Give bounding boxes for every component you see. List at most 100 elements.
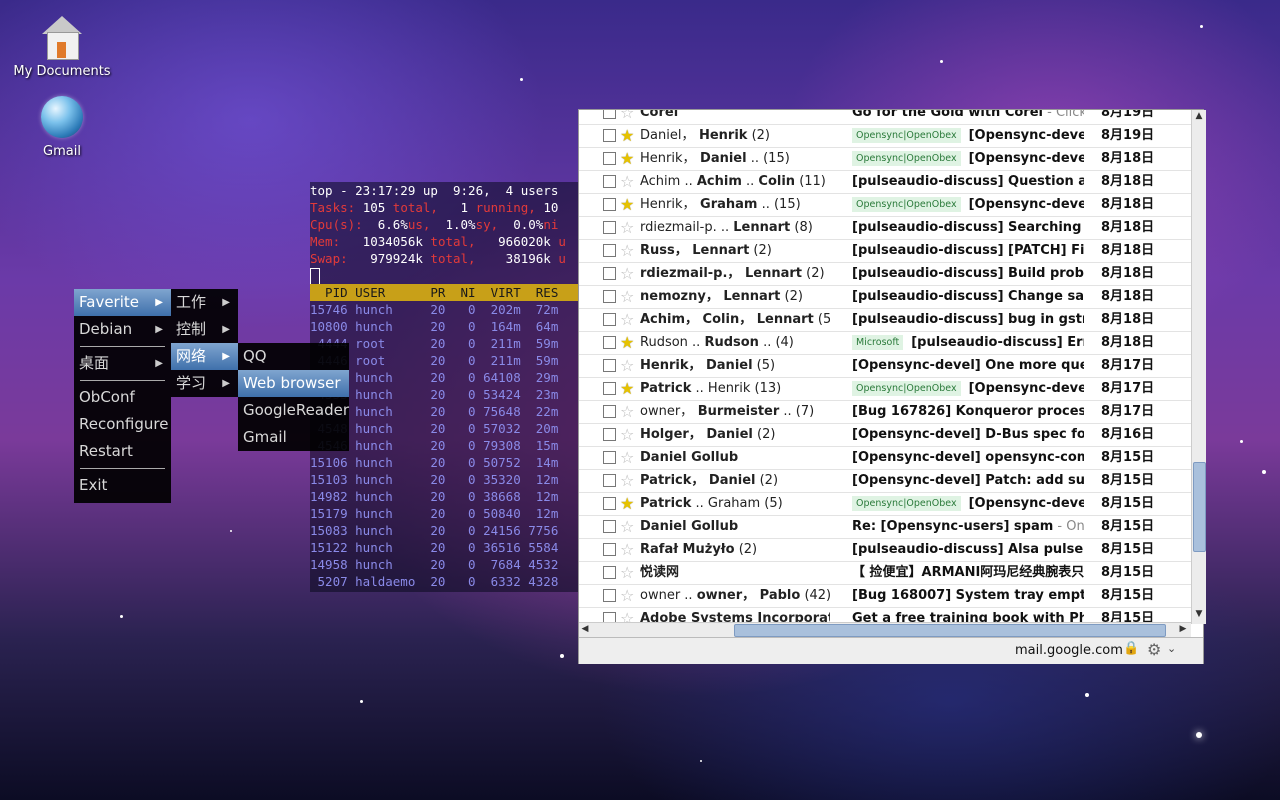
- email-row[interactable]: ☆ rdiezmail-p. .. Lennart (8) [pulseaudio-…: [579, 216, 1191, 240]
- network-menu-item[interactable]: Web browser: [238, 370, 349, 397]
- select-checkbox[interactable]: [603, 497, 616, 510]
- email-row[interactable]: ☆ Achim， Colin， Lennart (5) [pulseaudio-di…: [579, 308, 1191, 332]
- select-checkbox[interactable]: [603, 382, 616, 395]
- chevron-down-icon[interactable]: ⌄: [1167, 642, 1176, 655]
- network-menu-item[interactable]: Gmail: [238, 424, 349, 451]
- star-icon[interactable]: ★: [620, 331, 634, 354]
- select-checkbox[interactable]: [603, 267, 616, 280]
- star-icon[interactable]: ☆: [620, 262, 634, 285]
- email-row[interactable]: ★ Henrik， Graham .. (15) Opensync|OpenObex…: [579, 193, 1191, 217]
- email-row[interactable]: ★ Daniel， Henrik (2) Opensync|OpenObex [Ope…: [579, 124, 1191, 148]
- email-row[interactable]: ☆ owner， Burmeister .. (7) [Bug 167826] Ko…: [579, 400, 1191, 424]
- horizontal-scrollbar[interactable]: ◀ ▶: [579, 622, 1191, 637]
- email-row[interactable]: ★ Henrik， Daniel .. (15) Opensync|OpenObex…: [579, 147, 1191, 171]
- gear-icon[interactable]: ⚙: [1147, 640, 1161, 659]
- scroll-right-icon[interactable]: ▶: [1177, 623, 1189, 636]
- menu-item[interactable]: Restart: [74, 438, 171, 465]
- email-row[interactable]: ☆ Patrick， Daniel (2) [Opensync-devel] Pat…: [579, 469, 1191, 493]
- email-row[interactable]: ☆ nemozny， Lennart (2) [pulseaudio-discuss…: [579, 285, 1191, 309]
- select-checkbox[interactable]: [603, 566, 616, 579]
- menu-item[interactable]: Faverite ▶: [74, 289, 171, 316]
- star-icon[interactable]: ☆: [620, 561, 634, 584]
- network-menu-item[interactable]: GoogleReader: [238, 397, 349, 424]
- email-row[interactable]: ☆ Daniel Gollub [Opensync-devel] opensync-…: [579, 446, 1191, 470]
- email-label-badge[interactable]: Microsoft: [852, 335, 904, 350]
- menu-item[interactable]: Debian ▶: [74, 316, 171, 343]
- submenu-item[interactable]: 网络 ▶: [171, 343, 238, 370]
- desktop-icon-my-documents[interactable]: My Documents: [7, 16, 117, 79]
- select-checkbox[interactable]: [603, 198, 616, 211]
- star-icon[interactable]: ☆: [620, 469, 634, 492]
- email-row[interactable]: ☆ Russ， Lennart (2) [pulseaudio-discuss] […: [579, 239, 1191, 263]
- select-checkbox[interactable]: [603, 428, 616, 441]
- email-row[interactable]: ☆ Achim .. Achim .. Colin (11) [pulseaudio…: [579, 170, 1191, 194]
- email-label-badge[interactable]: Opensync|OpenObex: [852, 496, 961, 511]
- select-checkbox[interactable]: [603, 520, 616, 533]
- email-row[interactable]: ☆ Holger， Daniel (2) [Opensync-devel] D-Bu…: [579, 423, 1191, 447]
- star-icon[interactable]: ☆: [620, 354, 634, 377]
- star-icon[interactable]: ☆: [620, 285, 634, 308]
- scroll-left-icon[interactable]: ◀: [579, 623, 591, 636]
- star-icon[interactable]: ☆: [620, 538, 634, 561]
- star-icon[interactable]: ☆: [620, 170, 634, 193]
- star-icon[interactable]: ☆: [620, 110, 634, 124]
- select-checkbox[interactable]: [603, 152, 616, 165]
- star-icon[interactable]: ☆: [620, 239, 634, 262]
- star-icon[interactable]: ☆: [620, 515, 634, 538]
- vertical-scrollbar[interactable]: ▲ ▼: [1191, 110, 1206, 624]
- submenu-item[interactable]: 学习 ▶: [171, 370, 238, 397]
- select-checkbox[interactable]: [603, 129, 616, 142]
- select-checkbox[interactable]: [603, 359, 616, 372]
- select-checkbox[interactable]: [603, 405, 616, 418]
- star-icon[interactable]: ★: [620, 193, 634, 216]
- top-terminal-window[interactable]: top - 23:17:29 up 9:26, 4 users Tasks: 10…: [310, 182, 578, 592]
- select-checkbox[interactable]: [603, 175, 616, 188]
- email-label-badge[interactable]: Opensync|OpenObex: [852, 128, 961, 143]
- scroll-down-icon[interactable]: ▼: [1193, 608, 1205, 621]
- select-checkbox[interactable]: [603, 451, 616, 464]
- submenu-item[interactable]: 控制 ▶: [171, 316, 238, 343]
- email-row[interactable]: ☆ rdiezmail-p.， Lennart (2) [pulseaudio-di…: [579, 262, 1191, 286]
- star-icon[interactable]: ★: [620, 377, 634, 400]
- select-checkbox[interactable]: [603, 244, 616, 257]
- menu-item[interactable]: Reconfigure: [74, 411, 171, 438]
- submenu-item[interactable]: 工作 ▶: [171, 289, 238, 316]
- email-row[interactable]: ★ Rudson .. Rudson .. (4) Microsoft [pulsea…: [579, 331, 1191, 355]
- star-icon[interactable]: ☆: [620, 584, 634, 607]
- star-icon[interactable]: ★: [620, 147, 634, 170]
- email-row[interactable]: ★ Patrick .. Henrik (13) Opensync|OpenObex…: [579, 377, 1191, 401]
- email-label-badge[interactable]: Opensync|OpenObex: [852, 381, 961, 396]
- select-checkbox[interactable]: [603, 589, 616, 602]
- email-row[interactable]: ☆ 悦读网 【 捡便宜】ARMANI阿玛尼经典腕表只 8月15日: [579, 561, 1191, 585]
- star-icon[interactable]: ★: [620, 492, 634, 515]
- star-icon[interactable]: ★: [620, 124, 634, 147]
- select-checkbox[interactable]: [603, 474, 616, 487]
- scrollbar-thumb[interactable]: [1193, 462, 1206, 552]
- star-icon[interactable]: ☆: [620, 423, 634, 446]
- menu-item[interactable]: 桌面 ▶: [74, 350, 171, 377]
- email-label-badge[interactable]: Opensync|OpenObex: [852, 197, 961, 212]
- select-checkbox[interactable]: [603, 290, 616, 303]
- select-checkbox[interactable]: [603, 336, 616, 349]
- desktop-icon-gmail[interactable]: Gmail: [7, 96, 117, 159]
- scrollbar-thumb[interactable]: [734, 624, 1166, 637]
- scroll-up-icon[interactable]: ▲: [1193, 110, 1205, 123]
- select-checkbox[interactable]: [603, 221, 616, 234]
- email-row[interactable]: ☆ Corel Go for the Gold with Corel - Click…: [579, 110, 1191, 125]
- email-label-badge[interactable]: Opensync|OpenObex: [852, 151, 961, 166]
- star-icon[interactable]: ☆: [620, 446, 634, 469]
- select-checkbox[interactable]: [603, 313, 616, 326]
- star-icon[interactable]: ☆: [620, 400, 634, 423]
- select-checkbox[interactable]: [603, 110, 616, 119]
- star-icon[interactable]: ☆: [620, 216, 634, 239]
- select-checkbox[interactable]: [603, 543, 616, 556]
- network-menu-item[interactable]: QQ: [238, 343, 349, 370]
- menu-item[interactable]: ObConf: [74, 384, 171, 411]
- email-row[interactable]: ☆ Rafał Mużyło (2) [pulseaudio-discuss] Al…: [579, 538, 1191, 562]
- email-row[interactable]: ☆ Henrik， Daniel (5) [Opensync-devel] One …: [579, 354, 1191, 378]
- star-icon[interactable]: ☆: [620, 308, 634, 331]
- email-row[interactable]: ☆ owner .. owner， Pablo (42) [Bug 168007] …: [579, 584, 1191, 608]
- email-row[interactable]: ★ Patrick .. Graham (5) Opensync|OpenObex […: [579, 492, 1191, 516]
- menu-item[interactable]: Exit: [74, 472, 171, 499]
- email-row[interactable]: ☆ Daniel Gollub Re: [Opensync-users] spam …: [579, 515, 1191, 539]
